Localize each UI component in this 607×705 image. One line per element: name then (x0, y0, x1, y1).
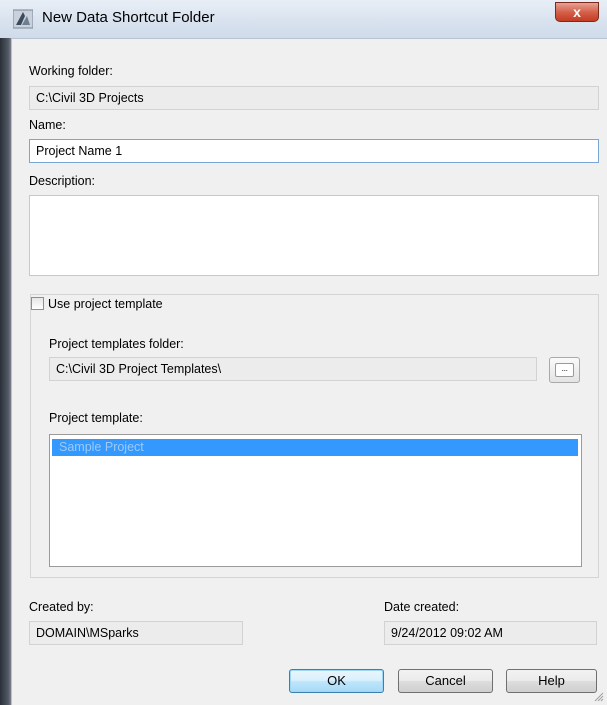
title-bar: New Data Shortcut Folder x (0, 0, 607, 39)
help-button[interactable]: Help (506, 669, 597, 693)
close-button[interactable]: x (555, 2, 599, 22)
created-by-field: DOMAIN\MSparks (29, 621, 243, 645)
app-icon (13, 9, 33, 29)
close-icon: x (573, 4, 581, 20)
description-input[interactable] (29, 195, 599, 276)
name-label: Name: (29, 118, 66, 132)
use-template-label[interactable]: Use project template (48, 297, 163, 311)
window-frame (0, 38, 12, 705)
date-created-label: Date created: (384, 600, 460, 614)
templates-folder-label: Project templates folder: (49, 337, 184, 351)
resize-grip-icon[interactable] (594, 692, 604, 702)
project-template-label: Project template: (49, 411, 143, 425)
browse-button[interactable]: ... (549, 357, 580, 383)
window-title: New Data Shortcut Folder (42, 9, 215, 26)
templates-folder-field: C:\Civil 3D Project Templates\ (49, 357, 537, 381)
date-created-field: 9/24/2012 09:02 AM (384, 621, 597, 645)
description-label: Description: (29, 174, 95, 188)
list-item[interactable]: Sample Project (52, 439, 578, 456)
name-input[interactable]: Project Name 1 (29, 139, 599, 163)
ok-button[interactable]: OK (289, 669, 384, 693)
project-template-list[interactable]: Sample Project (49, 434, 582, 567)
ellipsis-icon: ... (555, 363, 574, 377)
created-by-label: Created by: (29, 600, 94, 614)
use-template-checkbox[interactable] (31, 297, 44, 310)
working-folder-field: C:\Civil 3D Projects (29, 86, 599, 110)
cancel-button[interactable]: Cancel (398, 669, 493, 693)
working-folder-label: Working folder: (29, 64, 113, 78)
